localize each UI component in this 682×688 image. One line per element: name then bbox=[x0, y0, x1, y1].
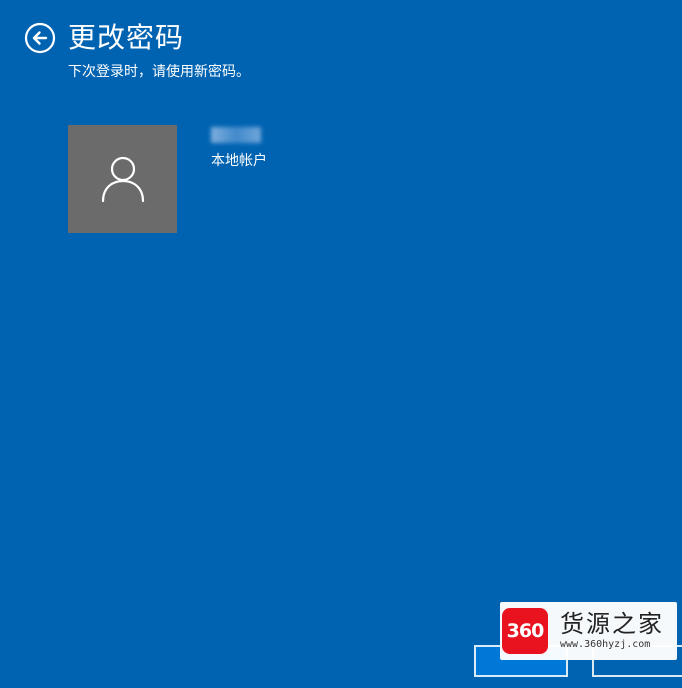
avatar bbox=[68, 125, 177, 233]
watermark-logo: 360 bbox=[502, 608, 548, 654]
back-button[interactable] bbox=[24, 22, 56, 54]
account-type-label: 本地帐户 bbox=[211, 153, 267, 169]
watermark-name: 货源之家 bbox=[560, 610, 664, 638]
account-name-redacted bbox=[211, 127, 261, 143]
page-subtitle: 下次登录时，请使用新密码。 bbox=[68, 64, 250, 80]
watermark-url: www.360hyzj.com bbox=[560, 639, 651, 650]
back-arrow-icon bbox=[24, 22, 56, 54]
account-card: 本地帐户 bbox=[68, 125, 267, 233]
page-title: 更改密码 bbox=[68, 21, 185, 54]
watermark-text: 货源之家 www.360hyzj.com bbox=[560, 610, 664, 652]
header: 更改密码 bbox=[24, 18, 184, 58]
watermark: 360 货源之家 www.360hyzj.com bbox=[500, 602, 677, 660]
user-icon bbox=[101, 156, 144, 203]
account-info: 本地帐户 bbox=[211, 125, 267, 171]
